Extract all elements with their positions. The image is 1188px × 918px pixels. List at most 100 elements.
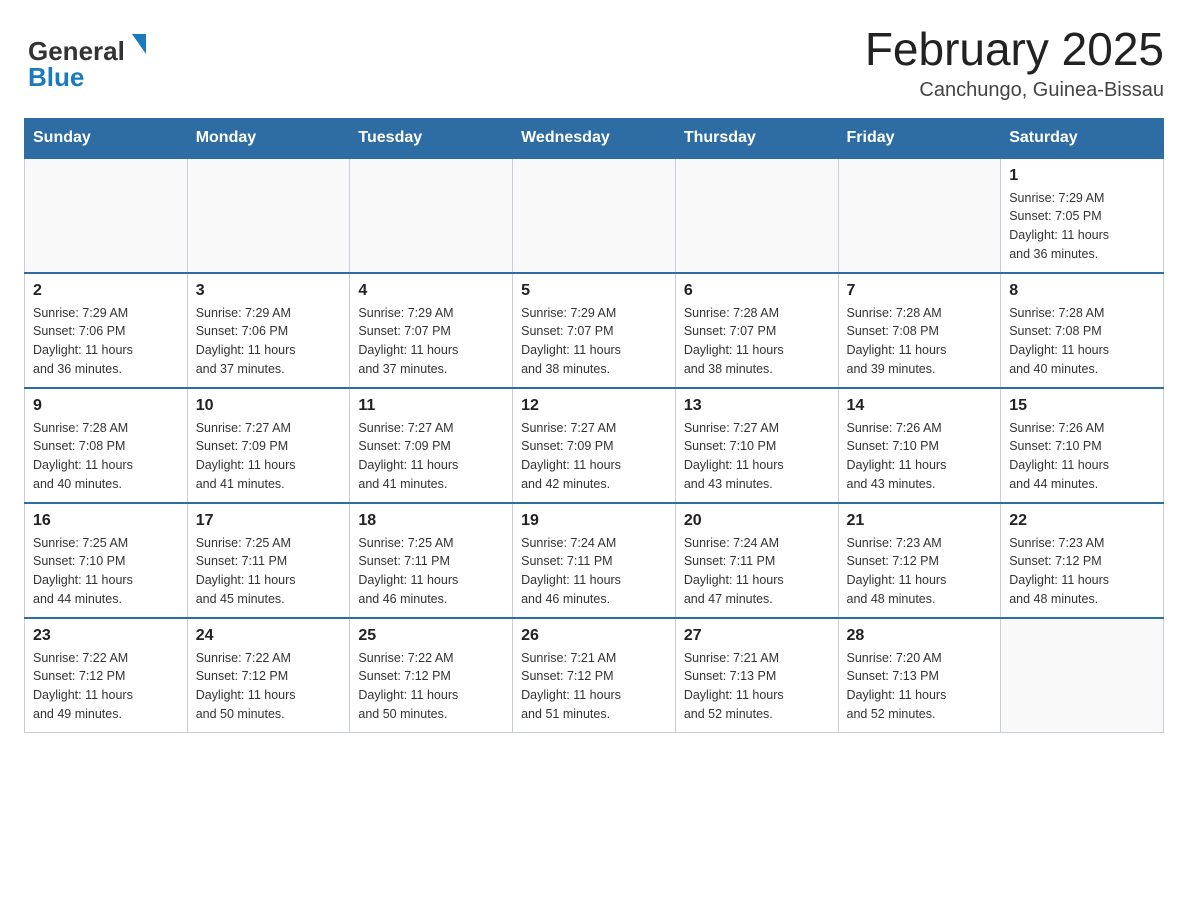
day-number: 9: [33, 397, 179, 415]
day-info: Sunrise: 7:29 AM Sunset: 7:06 PM Dayligh…: [33, 304, 179, 379]
day-info: Sunrise: 7:22 AM Sunset: 7:12 PM Dayligh…: [196, 649, 342, 724]
table-row: 22 Sunrise: 7:23 AM Sunset: 7:12 PM Dayli…: [1001, 503, 1164, 618]
calendar-subtitle: Canchungo, Guinea-Bissau: [865, 79, 1164, 102]
header-thursday: Thursday: [675, 118, 838, 158]
header-sunday: Sunday: [25, 118, 188, 158]
calendar-week-row: 1 Sunrise: 7:29 AM Sunset: 7:05 PM Daylig…: [25, 158, 1164, 273]
day-number: 26: [521, 627, 667, 645]
table-row: 4 Sunrise: 7:29 AM Sunset: 7:07 PM Daylig…: [350, 273, 513, 388]
day-info: Sunrise: 7:28 AM Sunset: 7:08 PM Dayligh…: [847, 304, 993, 379]
calendar-week-row: 16Sunrise: 7:25 AM Sunset: 7:10 PM Dayli…: [25, 503, 1164, 618]
day-number: 3: [196, 282, 342, 300]
day-number: 21: [847, 512, 993, 530]
header-wednesday: Wednesday: [513, 118, 676, 158]
table-row: 27 Sunrise: 7:21 AM Sunset: 7:13 PM Dayli…: [675, 618, 838, 733]
table-row: [513, 158, 676, 273]
table-row: 15 Sunrise: 7:26 AM Sunset: 7:10 PM Dayli…: [1001, 388, 1164, 503]
day-info: Sunrise: 7:23 AM Sunset: 7:12 PM Dayligh…: [847, 534, 993, 609]
header-monday: Monday: [187, 118, 350, 158]
day-info: Sunrise: 7:20 AM Sunset: 7:13 PM Dayligh…: [847, 649, 993, 724]
day-info: Sunrise: 7:27 AM Sunset: 7:09 PM Dayligh…: [521, 419, 667, 494]
day-number: 23: [33, 627, 179, 645]
day-info: Sunrise: 7:22 AM Sunset: 7:12 PM Dayligh…: [358, 649, 504, 724]
day-info: Sunrise: 7:26 AM Sunset: 7:10 PM Dayligh…: [1009, 419, 1155, 494]
day-number: 19: [521, 512, 667, 530]
day-number: 22: [1009, 512, 1155, 530]
table-row: 26Sunrise: 7:21 AM Sunset: 7:12 PM Dayli…: [513, 618, 676, 733]
day-number: 25: [358, 627, 504, 645]
day-info: Sunrise: 7:25 AM Sunset: 7:10 PM Dayligh…: [33, 534, 179, 609]
day-info: Sunrise: 7:29 AM Sunset: 7:07 PM Dayligh…: [521, 304, 667, 379]
table-row: 17 Sunrise: 7:25 AM Sunset: 7:11 PM Dayli…: [187, 503, 350, 618]
table-row: 10 Sunrise: 7:27 AM Sunset: 7:09 PM Dayli…: [187, 388, 350, 503]
table-row: 21 Sunrise: 7:23 AM Sunset: 7:12 PM Dayli…: [838, 503, 1001, 618]
table-row: 13 Sunrise: 7:27 AM Sunset: 7:10 PM Dayli…: [675, 388, 838, 503]
table-row: 12 Sunrise: 7:27 AM Sunset: 7:09 PM Dayli…: [513, 388, 676, 503]
table-row: 8 Sunrise: 7:28 AM Sunset: 7:08 PM Daylig…: [1001, 273, 1164, 388]
table-row: 9 Sunrise: 7:28 AM Sunset: 7:08 PM Daylig…: [25, 388, 188, 503]
day-number: 8: [1009, 282, 1155, 300]
table-row: [838, 158, 1001, 273]
day-number: 13: [684, 397, 830, 415]
day-info: Sunrise: 7:27 AM Sunset: 7:10 PM Dayligh…: [684, 419, 830, 494]
day-number: 15: [1009, 397, 1155, 415]
table-row: [350, 158, 513, 273]
day-info: Sunrise: 7:27 AM Sunset: 7:09 PM Dayligh…: [196, 419, 342, 494]
calendar-week-row: 9 Sunrise: 7:28 AM Sunset: 7:08 PM Daylig…: [25, 388, 1164, 503]
day-info: Sunrise: 7:25 AM Sunset: 7:11 PM Dayligh…: [196, 534, 342, 609]
day-number: 28: [847, 627, 993, 645]
day-info: Sunrise: 7:28 AM Sunset: 7:08 PM Dayligh…: [1009, 304, 1155, 379]
logo-svg: General Blue: [24, 24, 154, 94]
day-number: 14: [847, 397, 993, 415]
day-info: Sunrise: 7:29 AM Sunset: 7:06 PM Dayligh…: [196, 304, 342, 379]
day-number: 6: [684, 282, 830, 300]
title-block: February 2025 Canchungo, Guinea-Bissau: [865, 24, 1164, 102]
svg-text:Blue: Blue: [28, 62, 84, 92]
table-row: 1 Sunrise: 7:29 AM Sunset: 7:05 PM Daylig…: [1001, 158, 1164, 273]
day-number: 11: [358, 397, 504, 415]
day-info: Sunrise: 7:29 AM Sunset: 7:07 PM Dayligh…: [358, 304, 504, 379]
day-info: Sunrise: 7:21 AM Sunset: 7:13 PM Dayligh…: [684, 649, 830, 724]
day-info: Sunrise: 7:24 AM Sunset: 7:11 PM Dayligh…: [521, 534, 667, 609]
table-row: 6Sunrise: 7:28 AM Sunset: 7:07 PM Daylig…: [675, 273, 838, 388]
day-number: 20: [684, 512, 830, 530]
table-row: 20 Sunrise: 7:24 AM Sunset: 7:11 PM Dayli…: [675, 503, 838, 618]
day-number: 2: [33, 282, 179, 300]
table-row: 16Sunrise: 7:25 AM Sunset: 7:10 PM Dayli…: [25, 503, 188, 618]
header-friday: Friday: [838, 118, 1001, 158]
calendar-title: February 2025: [865, 24, 1164, 75]
logo: General Blue: [24, 24, 154, 94]
day-number: 5: [521, 282, 667, 300]
header-saturday: Saturday: [1001, 118, 1164, 158]
table-row: [25, 158, 188, 273]
day-info: Sunrise: 7:22 AM Sunset: 7:12 PM Dayligh…: [33, 649, 179, 724]
table-row: 18Sunrise: 7:25 AM Sunset: 7:11 PM Dayli…: [350, 503, 513, 618]
table-row: 28 Sunrise: 7:20 AM Sunset: 7:13 PM Dayli…: [838, 618, 1001, 733]
calendar-week-row: 23 Sunrise: 7:22 AM Sunset: 7:12 PM Dayli…: [25, 618, 1164, 733]
day-info: Sunrise: 7:27 AM Sunset: 7:09 PM Dayligh…: [358, 419, 504, 494]
day-number: 10: [196, 397, 342, 415]
day-number: 4: [358, 282, 504, 300]
calendar-table: Sunday Monday Tuesday Wednesday Thursday…: [24, 118, 1164, 733]
day-number: 17: [196, 512, 342, 530]
calendar-header-row: Sunday Monday Tuesday Wednesday Thursday…: [25, 118, 1164, 158]
day-number: 24: [196, 627, 342, 645]
day-number: 12: [521, 397, 667, 415]
table-row: 14Sunrise: 7:26 AM Sunset: 7:10 PM Dayli…: [838, 388, 1001, 503]
table-row: [187, 158, 350, 273]
day-info: Sunrise: 7:24 AM Sunset: 7:11 PM Dayligh…: [684, 534, 830, 609]
table-row: 3 Sunrise: 7:29 AM Sunset: 7:06 PM Daylig…: [187, 273, 350, 388]
table-row: 7Sunrise: 7:28 AM Sunset: 7:08 PM Daylig…: [838, 273, 1001, 388]
table-row: 19 Sunrise: 7:24 AM Sunset: 7:11 PM Dayli…: [513, 503, 676, 618]
header-tuesday: Tuesday: [350, 118, 513, 158]
day-info: Sunrise: 7:23 AM Sunset: 7:12 PM Dayligh…: [1009, 534, 1155, 609]
calendar-week-row: 2 Sunrise: 7:29 AM Sunset: 7:06 PM Daylig…: [25, 273, 1164, 388]
table-row: 24 Sunrise: 7:22 AM Sunset: 7:12 PM Dayli…: [187, 618, 350, 733]
table-row: [1001, 618, 1164, 733]
day-info: Sunrise: 7:29 AM Sunset: 7:05 PM Dayligh…: [1009, 189, 1155, 264]
day-number: 1: [1009, 167, 1155, 185]
day-number: 27: [684, 627, 830, 645]
table-row: 25 Sunrise: 7:22 AM Sunset: 7:12 PM Dayli…: [350, 618, 513, 733]
table-row: 23 Sunrise: 7:22 AM Sunset: 7:12 PM Dayli…: [25, 618, 188, 733]
day-info: Sunrise: 7:28 AM Sunset: 7:08 PM Dayligh…: [33, 419, 179, 494]
